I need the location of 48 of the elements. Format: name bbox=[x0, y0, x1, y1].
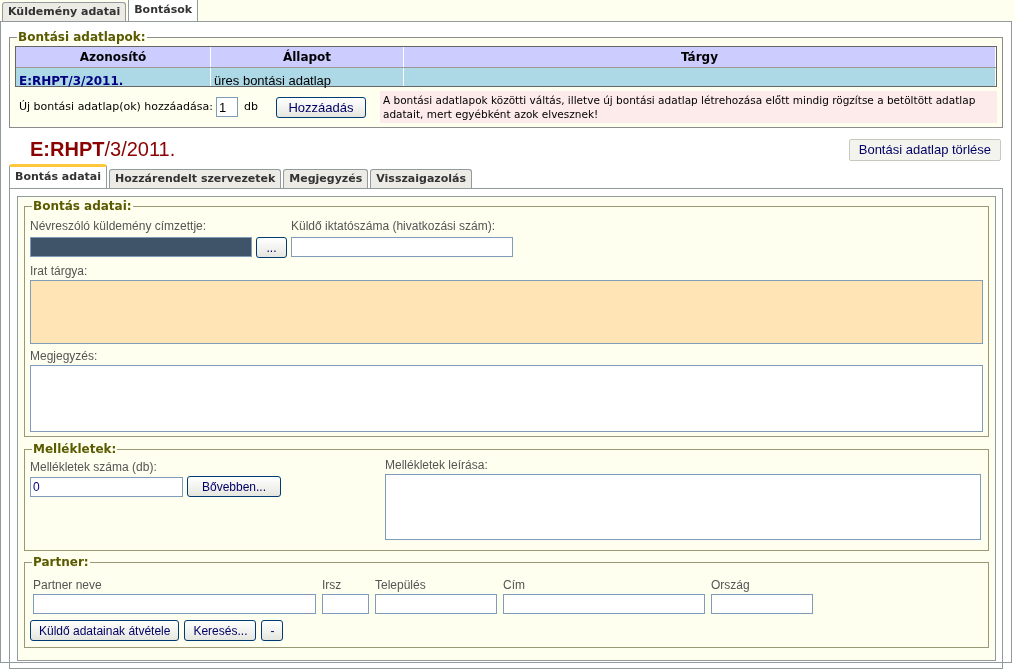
column-header: Állapot bbox=[211, 47, 404, 67]
input-field[interactable] bbox=[711, 594, 813, 614]
input-field[interactable] bbox=[33, 594, 316, 614]
input-field[interactable] bbox=[322, 594, 369, 614]
field-label: Névreszóló küldemény címzettje: bbox=[30, 219, 207, 233]
column-header: Azonosító bbox=[16, 47, 211, 67]
field-label: Cím bbox=[503, 577, 526, 594]
field-label: Település bbox=[375, 577, 427, 594]
button[interactable]: Küldő adatainak átvétele bbox=[30, 620, 180, 641]
field-label: Mellékletek száma (db): bbox=[30, 459, 158, 476]
field-label: Megjegyzés: bbox=[30, 348, 99, 365]
button[interactable]: Bővebben... bbox=[187, 476, 281, 497]
tab[interactable]: Küldemény adatai bbox=[2, 1, 127, 21]
section-title: Partner: bbox=[32, 554, 90, 571]
column-header: Tárgy bbox=[404, 47, 996, 67]
warning-message: A bontási adatlapok közötti váltás, illetve új bontási adatlap létrehozása előtt mindig rögzítse a betöltött adatlap adatait, mert egyébként azok elvesznek! bbox=[379, 91, 997, 123]
field-label: Irat tárgya: bbox=[30, 263, 89, 280]
section-title: Bontás adatai: bbox=[32, 198, 133, 215]
table-cell: üres bontási adatlap bbox=[214, 73, 332, 88]
input-field[interactable] bbox=[30, 280, 983, 344]
field-label: Irsz bbox=[322, 577, 343, 594]
delete-button[interactable]: Bontási adatlap törlése bbox=[848, 139, 1001, 161]
field-label: Küldő iktatószáma (hivatkozási szám): bbox=[291, 219, 496, 233]
field-label: Mellékletek leírása: bbox=[385, 457, 489, 474]
field-label: Partner neve bbox=[33, 577, 103, 594]
count-field[interactable]: 0 bbox=[30, 476, 183, 497]
button[interactable]: Hozzáadás bbox=[275, 96, 366, 118]
input-field[interactable] bbox=[30, 365, 983, 432]
count-field[interactable]: 1 bbox=[216, 97, 238, 117]
record-title: E:RHPT/3/2011. bbox=[30, 137, 176, 162]
tab[interactable]: Megjegyzés bbox=[283, 168, 369, 188]
section-title: Bontási adatlapok: bbox=[17, 29, 147, 46]
input-field[interactable] bbox=[291, 237, 513, 257]
section-title: Mellékletek: bbox=[32, 441, 118, 458]
input-field[interactable] bbox=[503, 594, 705, 614]
field-label: Új bontási adatlap(ok) hozzáadása: bbox=[19, 98, 213, 115]
input-field[interactable] bbox=[375, 594, 497, 614]
unit-label: db bbox=[244, 98, 258, 115]
tab[interactable]: Visszaigazolás bbox=[370, 168, 473, 188]
button[interactable]: - bbox=[261, 620, 284, 641]
button[interactable]: Keresés... bbox=[184, 620, 257, 641]
table-row[interactable]: E:RHPT/3/2011. üres bontási adatlap bbox=[16, 68, 996, 86]
tab[interactable]: Hozzárendelt szervezetek bbox=[109, 168, 282, 188]
tab[interactable]: Bontások bbox=[128, 0, 199, 21]
table-cell: E:RHPT/3/2011. bbox=[19, 74, 124, 88]
tab[interactable]: Bontás adatai bbox=[9, 163, 107, 188]
input-field[interactable] bbox=[385, 474, 981, 540]
field-label: Ország bbox=[711, 577, 751, 594]
